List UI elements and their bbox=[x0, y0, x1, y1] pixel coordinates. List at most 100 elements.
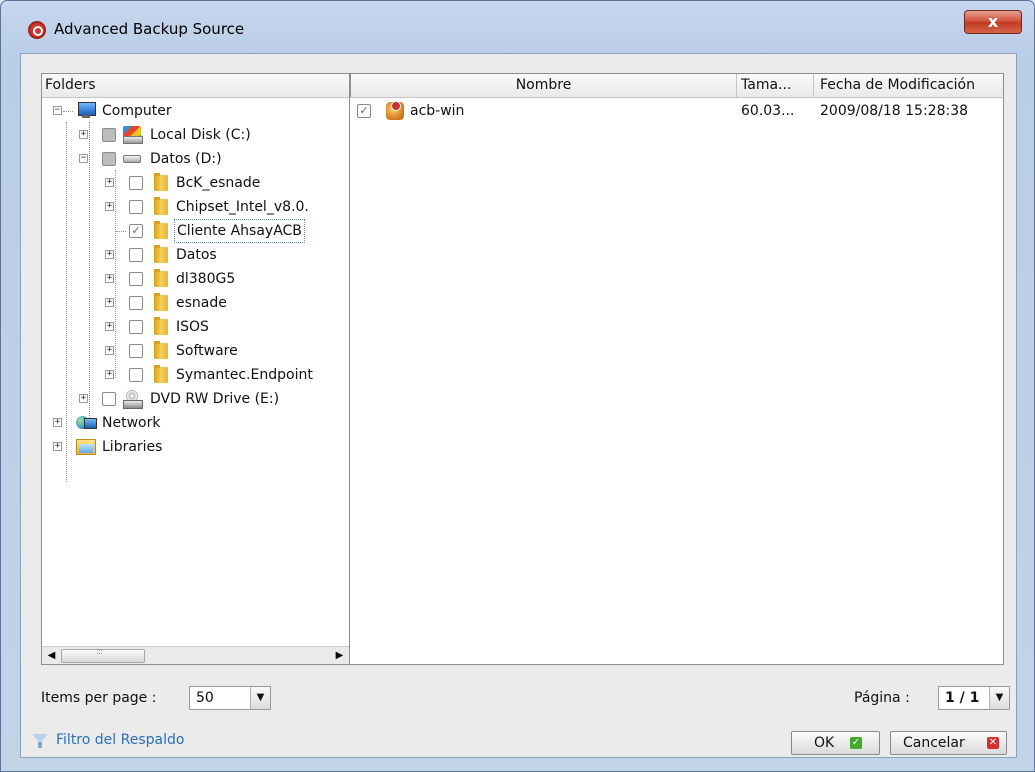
folder-icon bbox=[154, 221, 168, 239]
partial-checkbox[interactable] bbox=[102, 152, 116, 166]
tree-node-folder-selected[interactable]: ✓ Cliente AhsayACB bbox=[42, 219, 349, 243]
tree-node-label: Local Disk (C:) bbox=[150, 127, 251, 143]
tree-node-folder[interactable]: + dl380G5 bbox=[42, 267, 349, 291]
folder-checkbox[interactable] bbox=[129, 320, 143, 334]
backup-filter-label: Filtro del Respaldo bbox=[56, 732, 185, 748]
title-bar[interactable]: Advanced Backup Source x bbox=[1, 1, 1034, 53]
folder-checkbox[interactable] bbox=[129, 248, 143, 262]
column-header-nombre[interactable]: Nombre bbox=[350, 74, 736, 97]
package-icon bbox=[386, 101, 404, 120]
window-title: Advanced Backup Source bbox=[54, 20, 245, 38]
tree-node-label: Cliente AhsayACB bbox=[174, 219, 305, 243]
horizontal-scrollbar[interactable]: ◀ ▶ bbox=[42, 646, 349, 664]
libraries-icon bbox=[76, 439, 96, 455]
tree-node-folder[interactable]: + ISOS bbox=[42, 315, 349, 339]
folder-icon bbox=[154, 341, 168, 359]
column-header-modified[interactable]: Fecha de Modificación bbox=[813, 74, 1002, 97]
folder-checkbox[interactable] bbox=[129, 344, 143, 358]
items-per-page-select[interactable]: 50 ▼ bbox=[189, 686, 271, 710]
collapse-icon[interactable]: − bbox=[79, 154, 88, 163]
tree-node-datos-d[interactable]: − Datos (D:) bbox=[42, 147, 342, 171]
tree-node-libraries[interactable]: + Libraries bbox=[42, 435, 342, 459]
tree-node-label: DVD RW Drive (E:) bbox=[150, 391, 280, 407]
tree-node-label: Software bbox=[176, 343, 238, 359]
cancel-button-label: Cancelar bbox=[903, 735, 965, 751]
tree-node-folder[interactable]: + Chipset_Intel_v8.0. bbox=[42, 195, 349, 219]
page-label: Página : bbox=[854, 690, 910, 706]
file-name: acb-win bbox=[410, 103, 465, 119]
folders-header: Folders bbox=[42, 74, 349, 98]
chevron-down-icon[interactable]: ▼ bbox=[989, 687, 1009, 709]
expand-icon[interactable]: + bbox=[53, 442, 62, 451]
ahsay-app-icon bbox=[28, 21, 46, 39]
tree-node-label: Datos (D:) bbox=[150, 151, 222, 167]
tree-node-label: Network bbox=[102, 415, 161, 431]
scroll-left-icon[interactable]: ◀ bbox=[43, 648, 60, 664]
tree-node-label: Chipset_Intel_v8.0. bbox=[176, 199, 309, 215]
ok-button-label: OK bbox=[814, 735, 835, 751]
scroll-right-icon[interactable]: ▶ bbox=[331, 648, 348, 664]
tree-node-dvd-drive[interactable]: + DVD RW Drive (E:) bbox=[42, 387, 342, 411]
expand-icon[interactable]: + bbox=[105, 274, 114, 283]
file-modified: 2009/08/18 15:28:38 bbox=[820, 103, 969, 119]
expand-icon[interactable]: + bbox=[105, 370, 114, 379]
folder-checkbox[interactable] bbox=[129, 176, 143, 190]
collapse-icon[interactable]: − bbox=[53, 106, 62, 115]
list-item[interactable]: ✓ acb-win 60.03... 2009/08/18 15:28:38 bbox=[350, 99, 1002, 123]
scroll-thumb[interactable] bbox=[61, 647, 145, 663]
expand-icon[interactable]: + bbox=[105, 298, 114, 307]
folder-icon bbox=[154, 245, 168, 263]
tree-node-folder[interactable]: + Symantec.Endpoint bbox=[42, 363, 349, 387]
folder-icon bbox=[154, 173, 168, 191]
tree-node-label: Symantec.Endpoint bbox=[176, 367, 313, 383]
expand-icon[interactable]: + bbox=[105, 202, 114, 211]
tree-node-network[interactable]: + Network bbox=[42, 411, 342, 435]
tree-node-label: Libraries bbox=[102, 439, 163, 455]
folder-checkbox[interactable] bbox=[129, 272, 143, 286]
folder-icon bbox=[154, 293, 168, 311]
expand-icon[interactable]: + bbox=[105, 178, 114, 187]
folder-icon bbox=[154, 197, 168, 215]
system-drive-icon bbox=[123, 126, 143, 144]
dialog-client-area: Folders − Computer + Local Disk (C:) − D… bbox=[20, 53, 1017, 758]
folder-checkbox[interactable] bbox=[129, 296, 143, 310]
tree-node-label: Datos bbox=[176, 247, 217, 263]
list-header: Nombre Tama... Fecha de Modificación bbox=[350, 74, 1003, 98]
folder-icon bbox=[154, 269, 168, 287]
tree-node-folder[interactable]: + Datos bbox=[42, 243, 349, 267]
partial-checkbox[interactable] bbox=[102, 128, 116, 142]
expand-icon[interactable]: + bbox=[53, 418, 62, 427]
expand-icon[interactable]: + bbox=[79, 130, 88, 139]
folder-checkbox-checked[interactable]: ✓ bbox=[129, 224, 143, 238]
dvd-drive-icon bbox=[123, 390, 143, 409]
close-button[interactable]: x bbox=[964, 10, 1022, 34]
ok-button[interactable]: OK ✓ bbox=[791, 731, 880, 755]
tree-node-label: ISOS bbox=[176, 319, 209, 335]
column-header-size[interactable]: Tama... bbox=[736, 74, 813, 97]
folder-checkbox[interactable] bbox=[129, 368, 143, 382]
chevron-down-icon[interactable]: ▼ bbox=[250, 687, 270, 709]
tree-node-folder[interactable]: + esnade bbox=[42, 291, 349, 315]
items-per-page-label: Items per page : bbox=[41, 690, 157, 706]
tree-node-label: dl380G5 bbox=[176, 271, 236, 287]
check-icon: ✓ bbox=[850, 737, 862, 749]
drive-checkbox[interactable] bbox=[102, 392, 116, 406]
expand-icon[interactable]: + bbox=[79, 394, 88, 403]
expand-icon[interactable]: + bbox=[105, 322, 114, 331]
drive-icon bbox=[123, 155, 141, 163]
file-size: 60.03... bbox=[741, 103, 795, 119]
page-select[interactable]: 1 / 1 ▼ bbox=[938, 686, 1010, 710]
tree-node-computer[interactable]: − Computer bbox=[42, 99, 342, 123]
tree-node-label: BcK_esnade bbox=[176, 175, 261, 191]
expand-icon[interactable]: + bbox=[105, 346, 114, 355]
items-per-page-value: 50 bbox=[196, 690, 214, 706]
page-value: 1 / 1 bbox=[945, 690, 980, 706]
tree-node-folder[interactable]: + BcK_esnade bbox=[42, 171, 349, 195]
tree-node-local-disk-c[interactable]: + Local Disk (C:) bbox=[42, 123, 342, 147]
expand-icon[interactable]: + bbox=[105, 250, 114, 259]
folder-checkbox[interactable] bbox=[129, 200, 143, 214]
file-checkbox-checked[interactable]: ✓ bbox=[357, 104, 371, 118]
folder-icon bbox=[154, 317, 168, 335]
tree-node-folder[interactable]: + Software bbox=[42, 339, 349, 363]
cancel-button[interactable]: Cancelar ✕ bbox=[890, 731, 1007, 755]
